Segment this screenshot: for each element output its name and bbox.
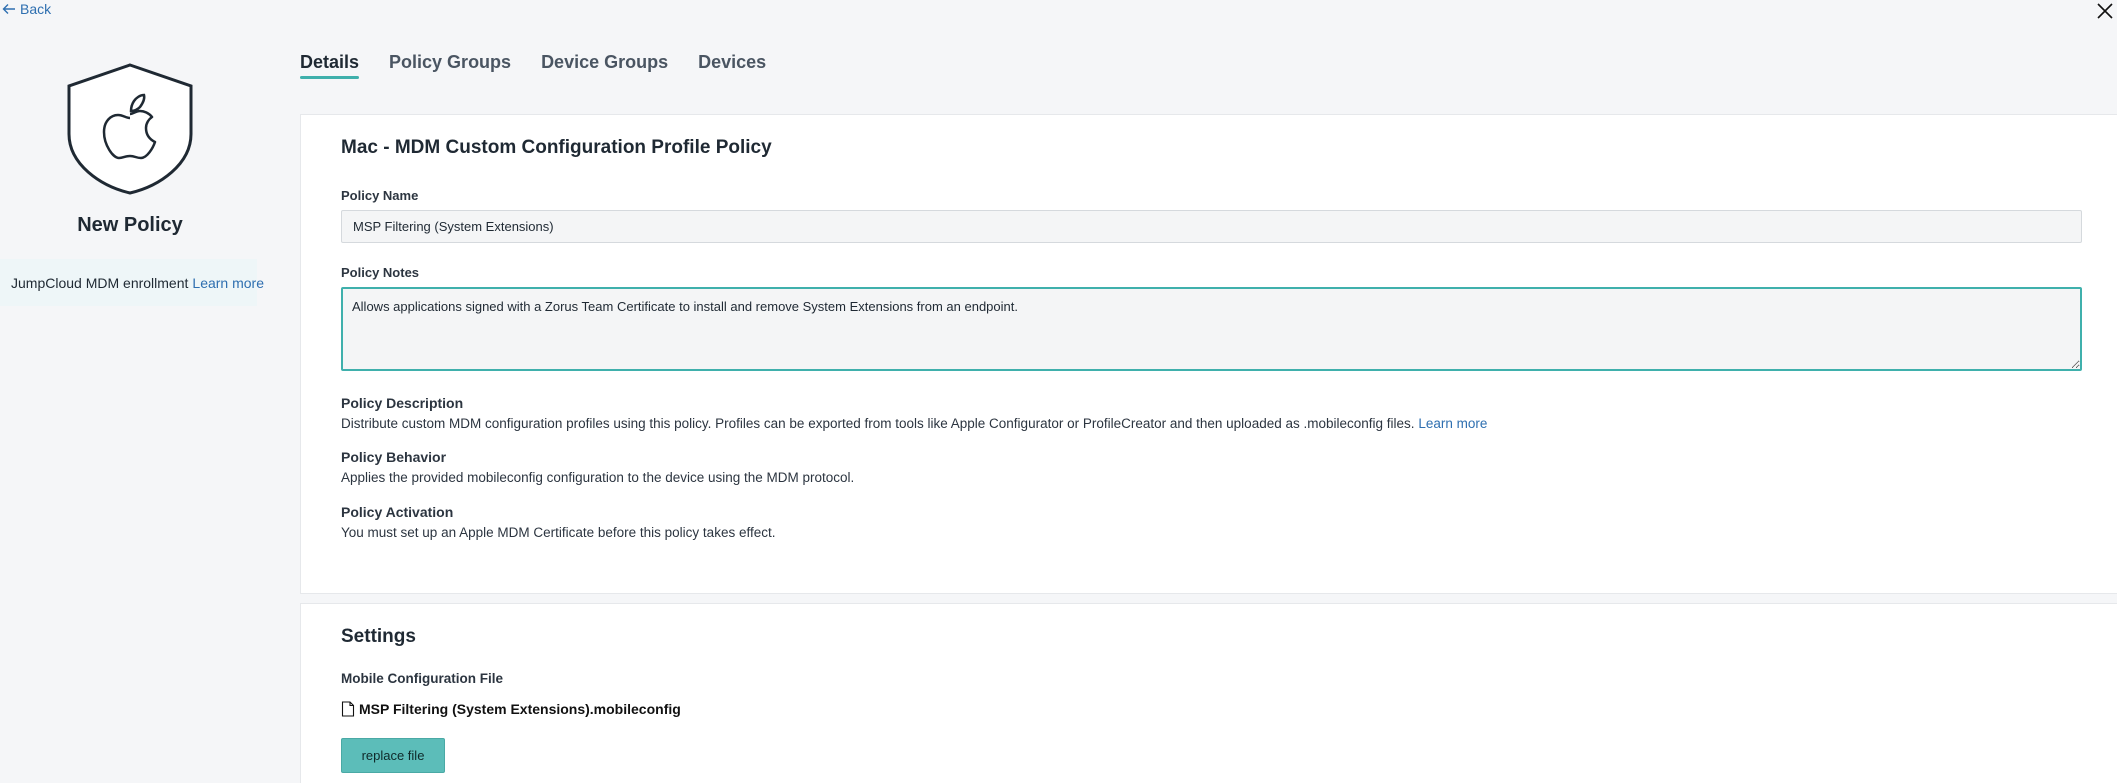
enrollment-learn-more-link[interactable]: Learn more [192, 275, 264, 291]
policy-behavior-label: Policy Behavior [341, 449, 447, 465]
tab-devices[interactable]: Devices [698, 52, 766, 81]
policy-name-input[interactable] [341, 210, 2082, 243]
close-icon [2097, 3, 2113, 19]
uploaded-file: MSP Filtering (System Extensions).mobile… [341, 701, 681, 717]
policy-notes-label: Policy Notes [341, 265, 420, 280]
policy-type-title: Mac - MDM Custom Configuration Profile P… [341, 137, 772, 158]
policy-description-label: Policy Description [341, 395, 464, 411]
tab-bar: Details Policy Groups Device Groups Devi… [300, 52, 766, 81]
policy-activation-label: Policy Activation [341, 504, 454, 520]
policy-activation-text: You must set up an Apple MDM Certificate… [341, 525, 776, 540]
settings-card: Settings Mobile Configuration File MSP F… [300, 603, 2117, 783]
policy-notes-textarea[interactable]: Allows applications signed with a Zorus … [341, 287, 2082, 371]
settings-title: Settings [341, 626, 416, 647]
replace-file-button[interactable]: replace file [341, 738, 445, 773]
file-icon [341, 701, 355, 717]
tab-policy-groups[interactable]: Policy Groups [389, 52, 511, 81]
mobile-config-file-label: Mobile Configuration File [341, 671, 503, 686]
close-button[interactable] [2093, 0, 2117, 22]
left-panel: New Policy JumpCloud MDM enrollment Lear… [0, 0, 264, 783]
details-card: Mac - MDM Custom Configuration Profile P… [300, 114, 2117, 594]
enrollment-text: JumpCloud MDM enrollment [11, 274, 189, 291]
tab-details[interactable]: Details [300, 52, 360, 81]
policy-description-learn-more-link[interactable]: Learn more [1418, 416, 1487, 431]
file-name: MSP Filtering (System Extensions).mobile… [359, 701, 681, 717]
tab-device-groups[interactable]: Device Groups [541, 52, 668, 81]
enrollment-info: JumpCloud MDM enrollment Learn more [0, 259, 264, 306]
apple-shield-icon [67, 63, 193, 195]
policy-description-body: Distribute custom MDM configuration prof… [341, 416, 1415, 431]
policy-description-text: Distribute custom MDM configuration prof… [341, 416, 1487, 431]
policy-behavior-text: Applies the provided mobileconfig config… [341, 470, 855, 485]
new-policy-title: New Policy [77, 214, 183, 236]
policy-name-label: Policy Name [341, 188, 419, 203]
